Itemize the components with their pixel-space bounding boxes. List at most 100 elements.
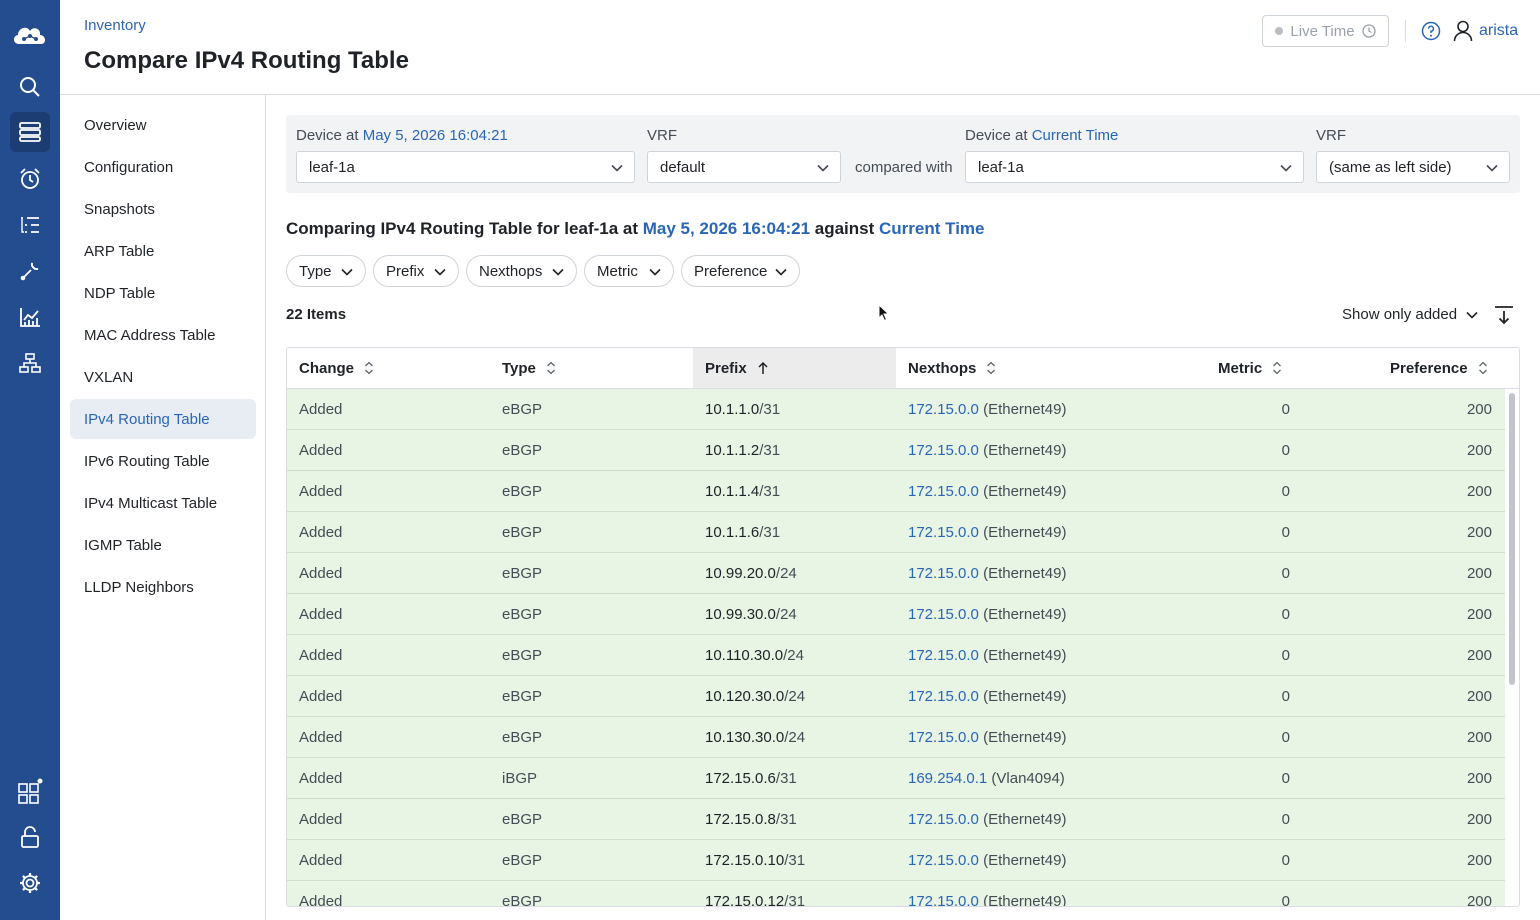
- live-time-button[interactable]: Live Time: [1262, 15, 1389, 47]
- column-header-type[interactable]: Type: [502, 348, 692, 388]
- subnav-item-lldp-neighbors[interactable]: LLDP Neighbors: [70, 567, 256, 607]
- subnav-item-configuration[interactable]: Configuration: [70, 147, 256, 187]
- subnav-item-igmp-table[interactable]: IGMP Table: [70, 525, 256, 565]
- tasks-icon[interactable]: [10, 205, 50, 245]
- subnav-item-ipv4-multicast-table[interactable]: IPv4 Multicast Table: [70, 483, 256, 523]
- scrollbar-thumb[interactable]: [1509, 393, 1515, 685]
- filter-preference[interactable]: Preference: [681, 255, 800, 287]
- show-only-added-dropdown[interactable]: Show only added: [1342, 306, 1479, 323]
- table-header: Change Type Prefix Nexthops Metric Prefe…: [287, 348, 1519, 389]
- cell-prefix: 10.110.30.0/24: [705, 635, 804, 675]
- filter-preference-label: Preference: [694, 262, 768, 280]
- nexthop-link[interactable]: 172.15.0.0: [908, 401, 979, 418]
- table-row[interactable]: Added eBGP 172.15.0.12/31 172.15.0.0 (Ether…: [287, 881, 1505, 907]
- nexthop-link[interactable]: 172.15.0.0: [908, 565, 979, 582]
- events-icon[interactable]: [10, 159, 50, 199]
- cell-type: eBGP: [502, 728, 543, 746]
- left-device-value: leaf-1a: [309, 158, 355, 176]
- left-device-select[interactable]: leaf-1a: [296, 151, 635, 183]
- column-header-change[interactable]: Change: [299, 348, 489, 388]
- username: arista: [1479, 22, 1519, 39]
- table-row[interactable]: Added eBGP 10.1.1.2/31 172.15.0.0 (Ethernet…: [287, 430, 1505, 471]
- nexthop-link[interactable]: 172.15.0.0: [908, 483, 979, 500]
- table-row[interactable]: Added eBGP 10.1.1.0/31 172.15.0.0 (Ethernet…: [287, 389, 1505, 430]
- subnav-item-snapshots[interactable]: Snapshots: [70, 189, 256, 229]
- subnav-item-ndp-table[interactable]: NDP Table: [70, 273, 256, 313]
- export-icon[interactable]: [1493, 305, 1515, 330]
- table-row[interactable]: Added iBGP 172.15.0.6/31 169.254.0.1 (Vlan4…: [287, 758, 1505, 799]
- apps-icon[interactable]: [10, 771, 50, 811]
- right-device-select[interactable]: leaf-1a: [965, 151, 1304, 183]
- cell-change: Added: [299, 564, 343, 582]
- prefix-address: 10.99.30.0: [705, 605, 776, 623]
- table-row[interactable]: Added eBGP 10.130.30.0/24 172.15.0.0 (Ether…: [287, 717, 1505, 758]
- filter-metric[interactable]: Metric: [584, 255, 674, 287]
- search-icon[interactable]: [10, 67, 50, 107]
- comparison-time-b-link[interactable]: Current Time: [879, 219, 985, 238]
- left-device-time-link[interactable]: May 5, 2026 16:04:21: [363, 127, 508, 144]
- table-row[interactable]: Added eBGP 10.110.30.0/24 172.15.0.0 (Ether…: [287, 635, 1505, 676]
- column-header-nexthops[interactable]: Nexthops: [908, 348, 1168, 388]
- nexthop-link[interactable]: 172.15.0.0: [908, 811, 979, 828]
- table-row[interactable]: Added eBGP 172.15.0.10/31 172.15.0.0 (Ether…: [287, 840, 1505, 881]
- prefix-address: 172.15.0.12: [705, 892, 785, 907]
- nexthop-link[interactable]: 172.15.0.0: [908, 524, 979, 541]
- cloud-logo-icon[interactable]: [10, 15, 50, 55]
- table-row[interactable]: Added eBGP 10.99.30.0/24 172.15.0.0 (Ethern…: [287, 594, 1505, 635]
- lock-icon[interactable]: [10, 817, 50, 857]
- table-row[interactable]: Added eBGP 10.1.1.4/31 172.15.0.0 (Ethernet…: [287, 471, 1505, 512]
- table-scrollbar[interactable]: [1505, 389, 1519, 906]
- provisioning-icon[interactable]: [10, 251, 50, 291]
- subnav-item-overview[interactable]: Overview: [70, 105, 256, 145]
- table-row[interactable]: Added eBGP 10.1.1.6/31 172.15.0.0 (Ethernet…: [287, 512, 1505, 553]
- subnav-item-ipv6-routing-table[interactable]: IPv6 Routing Table: [70, 441, 256, 481]
- devices-icon[interactable]: [10, 112, 50, 152]
- nexthop-interface: (Ethernet49): [978, 810, 1067, 828]
- nexthop-link[interactable]: 172.15.0.0: [908, 647, 979, 664]
- left-vrf-select[interactable]: default: [647, 151, 841, 183]
- cell-nexthop: 169.254.0.1 (Vlan4094): [908, 758, 1065, 798]
- user-menu[interactable]: arista: [1453, 20, 1518, 42]
- right-device-time-link[interactable]: Current Time: [1032, 127, 1119, 144]
- prefix-address: 10.1.1.2: [705, 441, 760, 459]
- chevron-down-icon: [775, 268, 787, 276]
- prefix-length: /31: [759, 441, 781, 459]
- column-header-prefix[interactable]: Prefix: [693, 348, 896, 388]
- nexthop-link[interactable]: 172.15.0.0: [908, 893, 979, 907]
- cell-prefix: 10.99.20.0/24: [705, 553, 797, 593]
- filter-type[interactable]: Type: [286, 255, 366, 287]
- cell-change: Added: [299, 892, 343, 907]
- prefix-length: /31: [759, 482, 781, 500]
- nexthop-link[interactable]: 172.15.0.0: [908, 729, 979, 746]
- nexthop-link[interactable]: 172.15.0.0: [908, 606, 979, 623]
- nexthop-link[interactable]: 172.15.0.0: [908, 442, 979, 459]
- dashboards-icon[interactable]: [10, 297, 50, 337]
- chevron-down-icon: [341, 268, 353, 276]
- help-icon[interactable]: [1421, 21, 1441, 46]
- column-header-metric[interactable]: Metric: [1218, 348, 1318, 388]
- table-row[interactable]: Added eBGP 10.99.20.0/24 172.15.0.0 (Ethern…: [287, 553, 1505, 594]
- subnav-item-vxlan[interactable]: VXLAN: [70, 357, 256, 397]
- subnav-item-arp-table[interactable]: ARP Table: [70, 231, 256, 271]
- topology-icon[interactable]: [10, 343, 50, 383]
- table-row[interactable]: Added eBGP 172.15.0.8/31 172.15.0.0 (Ethern…: [287, 799, 1505, 840]
- breadcrumb-inventory[interactable]: Inventory: [84, 17, 146, 34]
- subnav-item-mac-address-table[interactable]: MAC Address Table: [70, 315, 256, 355]
- settings-icon[interactable]: [10, 863, 50, 903]
- nexthop-link[interactable]: 169.254.0.1: [908, 770, 987, 787]
- table-row[interactable]: Added eBGP 10.120.30.0/24 172.15.0.0 (Ether…: [287, 676, 1505, 717]
- cell-prefix: 10.1.1.0/31: [705, 389, 780, 429]
- prefix-length: /31: [759, 400, 781, 418]
- chevron-down-icon: [649, 268, 661, 276]
- cell-prefix: 10.1.1.4/31: [705, 471, 780, 511]
- nexthop-link[interactable]: 172.15.0.0: [908, 688, 979, 705]
- filter-nexthops[interactable]: Nexthops: [466, 255, 577, 287]
- filter-prefix[interactable]: Prefix: [373, 255, 459, 287]
- prefix-address: 10.1.1.4: [705, 482, 760, 500]
- subnav-item-ipv4-routing-table[interactable]: IPv4 Routing Table: [70, 399, 256, 439]
- column-header-preference[interactable]: Preference: [1390, 348, 1510, 388]
- comparison-time-a-link[interactable]: May 5, 2026 16:04:21: [643, 219, 810, 238]
- nexthop-link[interactable]: 172.15.0.0: [908, 852, 979, 869]
- right-vrf-select[interactable]: (same as left side): [1316, 151, 1510, 183]
- cell-metric: 0: [1281, 605, 1290, 623]
